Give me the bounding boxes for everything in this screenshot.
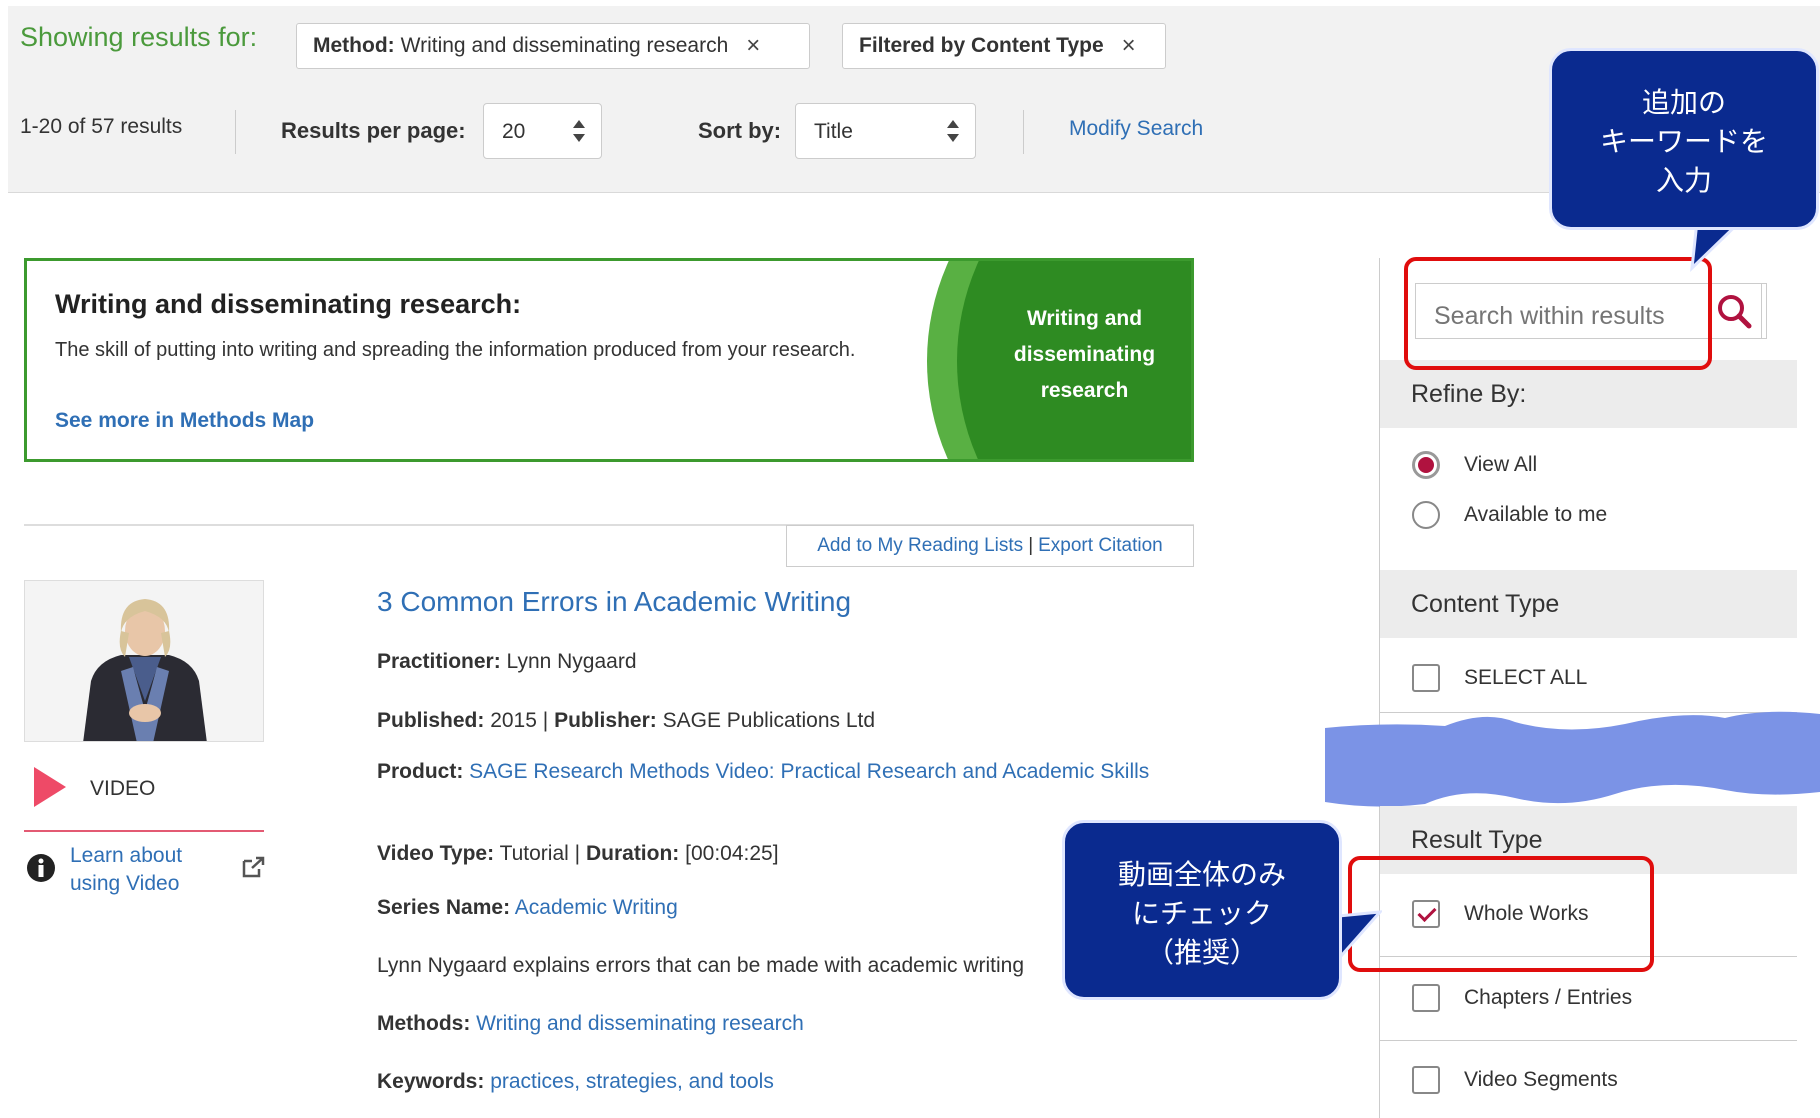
published-value: 2015 (490, 709, 537, 732)
callout-line: にチェック (1131, 898, 1272, 929)
meta-label: Keywords: (377, 1070, 485, 1093)
video-thumbnail[interactable] (24, 580, 264, 742)
meta-label: Video Type: (377, 842, 495, 865)
practitioner-value: Lynn Nygaard (506, 650, 637, 673)
divider (1380, 1040, 1797, 1041)
practitioner-line: Practitioner: Lynn Nygaard (377, 648, 1167, 676)
chip-method-value: Writing and disseminating research (400, 34, 729, 57)
result-actions: Add to My Reading Lists | Export Citatio… (786, 525, 1194, 567)
methods-line: Methods: Writing and disseminating resea… (377, 1010, 1167, 1038)
separator: | (542, 709, 549, 732)
select-all-label: SELECT ALL (1464, 666, 1588, 689)
badge-line: research (1040, 379, 1129, 402)
meta-label: Methods: (377, 1012, 471, 1035)
search-highlight-box (1404, 257, 1712, 370)
separator: | (574, 842, 581, 865)
video-type-line: Video Type: Tutorial | Duration: [00:04:… (377, 840, 1167, 868)
export-citation-link[interactable]: Export Citation (1038, 535, 1163, 557)
search-icon (1718, 295, 1752, 329)
separator: | (1028, 535, 1034, 556)
showing-results-label: Showing results for: (20, 22, 258, 52)
radio-selected[interactable] (1412, 451, 1440, 479)
methods-map-link[interactable]: See more in Methods Map (55, 409, 314, 433)
result-title-link[interactable]: 3 Common Errors in Academic Writing (377, 586, 851, 618)
duration-value: [00:04:25] (685, 842, 779, 865)
whole-works-highlight-box (1348, 856, 1654, 972)
presenter-image (25, 581, 263, 741)
close-icon[interactable]: × (1122, 32, 1136, 60)
view-all-label: View All (1464, 453, 1538, 476)
chip-content-type-label: Filtered by Content Type (859, 34, 1104, 57)
select-all-checkbox[interactable]: SELECT ALL (1412, 664, 1587, 692)
checkbox[interactable] (1412, 984, 1440, 1012)
content-type-filter-chip[interactable]: Filtered by Content Type × (842, 23, 1166, 69)
results-per-page-value: 20 (502, 120, 526, 143)
meta-label: Practitioner: (377, 650, 501, 673)
video-segments-label: Video Segments (1464, 1068, 1618, 1091)
search-button[interactable] (1712, 283, 1762, 339)
whole-works-callout: 動画全体のみ にチェック （推奨） (1062, 820, 1342, 1000)
learn-about-video-link[interactable]: Learn about using Video (70, 842, 210, 898)
view-all-radio[interactable]: View All (1412, 451, 1537, 479)
content-type-heading: Content Type (1380, 570, 1797, 638)
sort-by-value: Title (814, 120, 853, 143)
checkbox[interactable] (1412, 664, 1440, 692)
badge-line: Writing and (1026, 307, 1143, 330)
method-definition-box: Writing and disseminating research Writi… (24, 258, 1194, 462)
available-label: Available to me (1464, 503, 1608, 526)
meta-label: Duration: (585, 842, 680, 865)
callout-line: 追加の (1641, 87, 1726, 118)
available-to-me-radio[interactable]: Available to me (1412, 501, 1607, 529)
results-per-page-label: Results per page: (281, 118, 466, 143)
callout-line: （推奨） (1145, 937, 1258, 968)
chip-method-key: Method: (313, 34, 395, 57)
callout-line: 動画全体のみ (1117, 859, 1286, 890)
checkbox[interactable] (1412, 1066, 1440, 1094)
meta-label: Series Name: (377, 896, 511, 919)
info-icon (27, 854, 55, 882)
add-to-reading-lists-link[interactable]: Add to My Reading Lists (817, 535, 1023, 557)
sort-arrows-icon (573, 120, 585, 142)
media-type-label: VIDEO (90, 777, 156, 800)
methods-link[interactable]: Writing and disseminating research (476, 1012, 804, 1035)
publisher-value: SAGE Publications Ltd (662, 709, 876, 732)
close-icon[interactable]: × (746, 32, 760, 60)
callout-line: 入力 (1655, 165, 1712, 196)
radio-unselected[interactable] (1412, 501, 1440, 529)
series-link[interactable]: Academic Writing (515, 896, 678, 919)
keywords-link[interactable]: practices, strategies, and tools (490, 1070, 774, 1093)
published-line: Published: 2015 | Publisher: SAGE Public… (377, 707, 1167, 735)
video-type-value: Tutorial (499, 842, 569, 865)
product-link[interactable]: SAGE Research Methods Video: Practical R… (469, 760, 1149, 783)
definition-description: The skill of putting into writing and sp… (55, 339, 856, 361)
sort-by-select[interactable]: Title (795, 103, 976, 159)
method-badge: Writing and disseminating research (977, 301, 1191, 409)
keywords-line: Keywords: practices, strategies, and too… (377, 1068, 1167, 1096)
product-line: Product: SAGE Research Methods Video: Pr… (377, 758, 1167, 786)
results-per-page-select[interactable]: 20 (483, 103, 602, 159)
play-icon (34, 767, 66, 807)
callout-line: キーワードを (1599, 126, 1768, 157)
series-line: Series Name: Academic Writing (377, 894, 1167, 922)
result-summary: Lynn Nygaard explains errors that can be… (377, 954, 1025, 977)
chapters-entries-checkbox[interactable]: Chapters / Entries (1412, 984, 1632, 1012)
refine-by-heading: Refine By: (1380, 360, 1797, 428)
keyword-callout: 追加の キーワードを 入力 (1549, 48, 1819, 230)
definition-title: Writing and disseminating research: (55, 289, 522, 319)
meta-label: Product: (377, 760, 464, 783)
chapters-label: Chapters / Entries (1464, 986, 1633, 1009)
divider (235, 110, 236, 154)
badge-line: disseminating (1013, 343, 1156, 366)
video-segments-checkbox[interactable]: Video Segments (1412, 1066, 1618, 1094)
results-count: 1-20 of 57 results (20, 115, 183, 138)
divider (24, 830, 264, 832)
method-filter-chip[interactable]: Method: Writing and disseminating resear… (296, 23, 810, 69)
modify-search-link[interactable]: Modify Search (1069, 117, 1203, 141)
divider (1023, 110, 1024, 154)
sort-by-label: Sort by: (698, 118, 782, 143)
meta-label: Published: (377, 709, 485, 732)
external-link-icon[interactable] (240, 855, 266, 879)
sort-arrows-icon (947, 120, 959, 142)
meta-label: Publisher: (554, 709, 657, 732)
